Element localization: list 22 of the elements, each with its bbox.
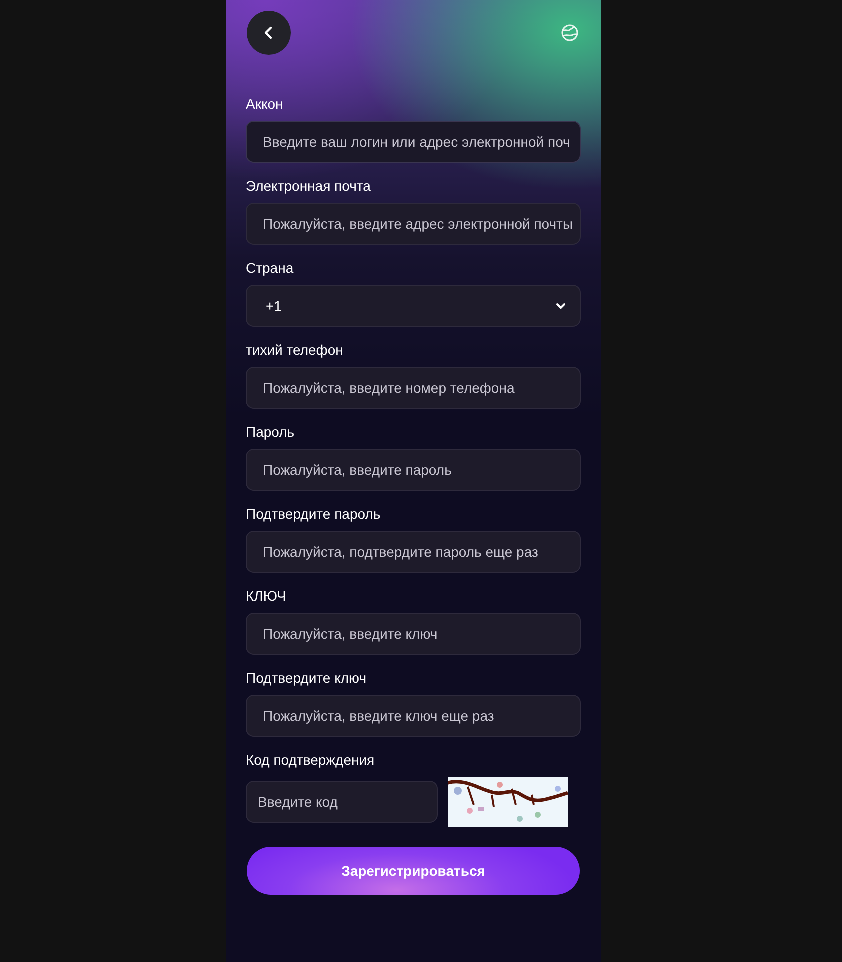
input-field[interactable]: Пожалуйста, подтвердите пароль еще раз — [246, 531, 581, 573]
input-field[interactable]: Пожалуйста, введите адрес электронной почты — [246, 203, 581, 245]
field-label: Электронная почта — [246, 178, 372, 194]
field-label: КЛЮЧ — [246, 588, 288, 604]
globe-icon[interactable] — [561, 24, 579, 42]
field-label: Подтвердите пароль — [246, 506, 382, 522]
field-label: тихий телефон — [246, 342, 344, 358]
field-label: Подтвердите ключ — [246, 670, 368, 686]
field-label: Аккон — [246, 96, 284, 112]
field-label: Пароль — [246, 424, 296, 440]
input-field[interactable]: Пожалуйста, введите пароль — [246, 449, 581, 491]
input-field[interactable]: Пожалуйста, введите ключ еще раз — [246, 695, 581, 737]
input-field[interactable]: Пожалуйста, введите ключ — [246, 613, 581, 655]
field-label: Код подтверждения — [246, 752, 376, 768]
country-select[interactable]: +1 — [246, 285, 581, 327]
chevron-down-icon — [556, 302, 566, 310]
back-button[interactable] — [247, 11, 291, 55]
register-button[interactable]: Зарегистрироваться — [247, 847, 580, 895]
field-label: Страна — [246, 260, 295, 276]
input-field[interactable]: Введите ваш логин или адрес электронной поч — [246, 121, 581, 163]
input-field[interactable]: Пожалуйста, введите номер телефона — [246, 367, 581, 409]
input-field[interactable]: Введите код — [246, 781, 438, 823]
